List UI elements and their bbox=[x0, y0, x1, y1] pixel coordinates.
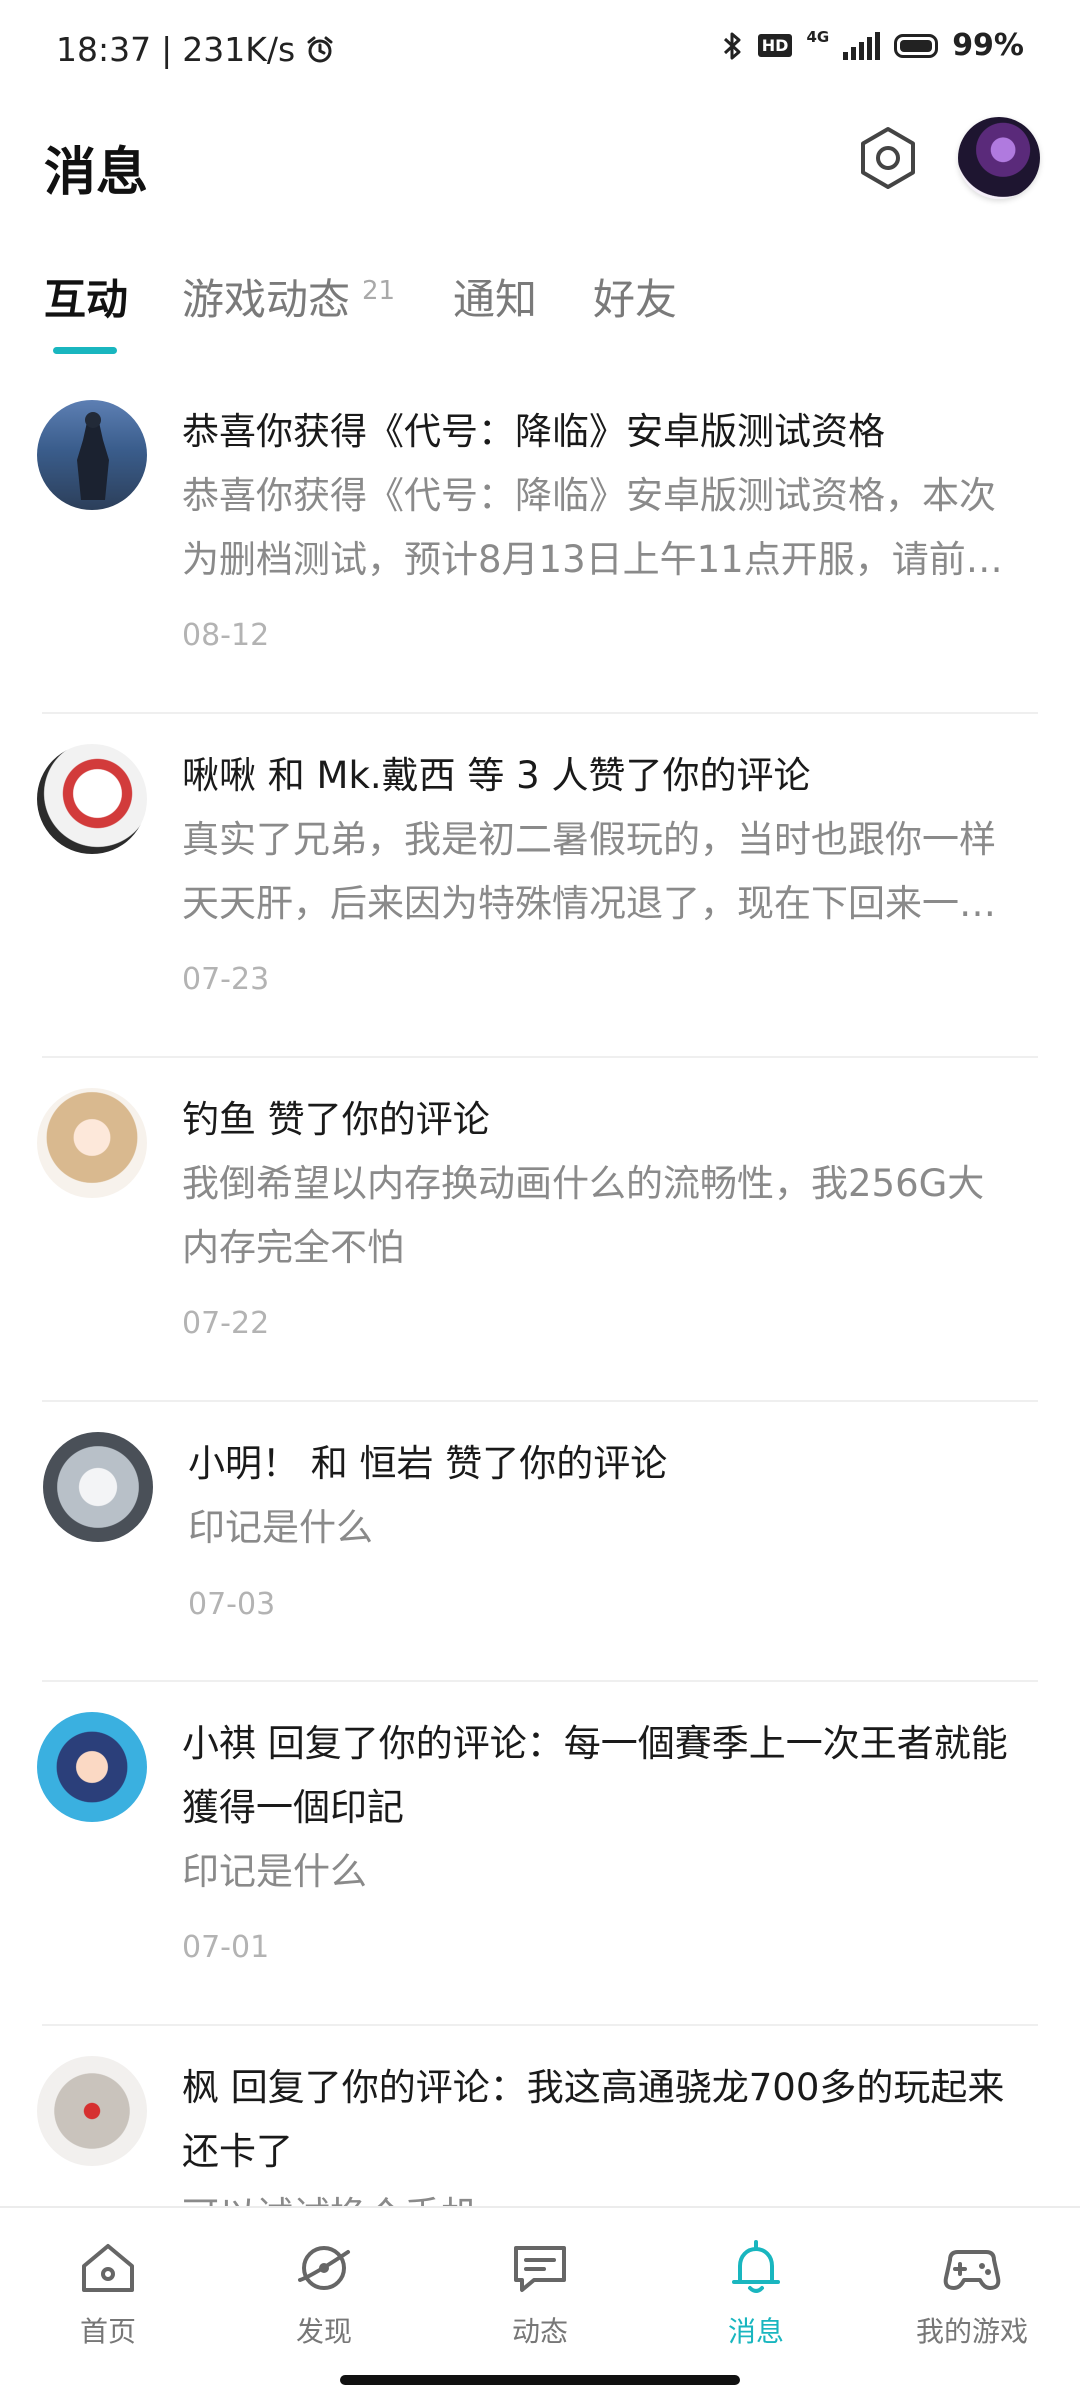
battery-percent: 99% bbox=[952, 28, 1024, 63]
message-date: 07-23 bbox=[182, 962, 270, 997]
message-body: 印记是什么 bbox=[188, 1496, 1018, 1560]
settings-button[interactable] bbox=[852, 122, 924, 194]
page-title: 消息 bbox=[44, 143, 149, 203]
message-title: 恭喜你获得《代号：降临》安卓版测试资格 bbox=[182, 410, 885, 453]
tab-label: 通知 bbox=[453, 275, 538, 324]
nav-label: 动态 bbox=[511, 2315, 568, 2348]
bluetooth-icon bbox=[723, 32, 741, 59]
home-indicator[interactable] bbox=[340, 2375, 740, 2385]
message-date: 07-22 bbox=[182, 1306, 270, 1341]
avatar[interactable] bbox=[37, 744, 147, 854]
hd-icon: HD bbox=[757, 34, 793, 57]
message-item[interactable]: 恭喜你获得《代号：降临》安卓版测试资格 恭喜你获得《代号：降临》安卓版测试资格，… bbox=[0, 370, 1080, 714]
nav-label: 我的游戏 bbox=[915, 2315, 1028, 2348]
alarm-icon bbox=[307, 36, 333, 62]
message-title: 钓鱼 赞了你的评论 bbox=[182, 1098, 490, 1141]
message-item[interactable]: 小明！ 和 恒岩 赞了你的评论 印记是什么 07-03 bbox=[0, 1402, 1080, 1682]
battery-icon bbox=[894, 33, 939, 58]
tab-interaction[interactable]: 互动 bbox=[44, 266, 128, 327]
message-body-line: 真实了兄弟，我是初二暑假玩的，当时也跟你一样 bbox=[182, 818, 996, 861]
nav-home[interactable]: 首页 bbox=[0, 2208, 216, 2362]
message-item[interactable]: 小祺 回复了你的评论：每一個賽季上一次王者就能 獲得一個印記 印记是什么 07-… bbox=[0, 1682, 1080, 2026]
message-body: 印记是什么 bbox=[182, 1840, 1012, 1904]
status-left: 18:37 | 231K/s bbox=[56, 30, 335, 69]
status-separator: | bbox=[161, 30, 173, 69]
tab-label: 游戏动态 bbox=[182, 275, 351, 324]
avatar[interactable] bbox=[37, 1088, 147, 1198]
compass-icon bbox=[298, 2246, 350, 2290]
tab-label: 好友 bbox=[593, 275, 678, 324]
message-item[interactable]: 钓鱼 赞了你的评论 我倒希望以内存换动画什么的流畅性，我256G大 内存完全不怕… bbox=[0, 1058, 1080, 1402]
nav-feed[interactable]: 动态 bbox=[432, 2208, 648, 2362]
nav-my-games[interactable]: 我的游戏 bbox=[864, 2208, 1080, 2362]
tab-friends[interactable]: 好友 bbox=[593, 266, 677, 327]
active-tab-indicator bbox=[53, 347, 117, 354]
header: 消息 bbox=[0, 100, 1080, 220]
tab-notifications[interactable]: 通知 bbox=[453, 266, 537, 327]
status-bar: 18:37 | 231K/s HD 4G 99% bbox=[0, 0, 1080, 100]
message-body-line: 天天肝，后来因为特殊情况退了，现在下回来一… bbox=[182, 882, 996, 925]
settings-hexagon-icon bbox=[861, 127, 915, 189]
signal-icon bbox=[843, 31, 881, 60]
user-avatar[interactable] bbox=[958, 117, 1040, 199]
message-title: 啾啾 和 Mk.戴西 等 3 人赞了你的评论 bbox=[182, 754, 811, 797]
avatar[interactable] bbox=[37, 2056, 147, 2166]
message-body-line: 印记是什么 bbox=[182, 1850, 367, 1893]
avatar[interactable] bbox=[37, 400, 147, 510]
message-title: 枫 回复了你的评论：我这高通骁龙700多的玩起来 还卡了 bbox=[182, 2056, 1042, 2184]
message-body: 真实了兄弟，我是初二暑假玩的，当时也跟你一样 天天肝，后来因为特殊情况退了，现在… bbox=[182, 808, 1012, 936]
tab-label: 互动 bbox=[44, 275, 129, 324]
screen: 18:37 | 231K/s HD 4G 99% 消息 互动 游戏动态 21 通… bbox=[0, 0, 1080, 2400]
home-icon bbox=[82, 2244, 134, 2292]
message-title: 小明！ 和 恒岩 赞了你的评论 bbox=[188, 1442, 668, 1485]
nav-label: 首页 bbox=[79, 2315, 136, 2348]
message-title-line: 还卡了 bbox=[182, 2130, 293, 2173]
status-net-speed: 231K/s bbox=[182, 30, 296, 69]
status-time: 18:37 bbox=[56, 30, 152, 69]
message-body-line: 内存完全不怕 bbox=[182, 1226, 404, 1269]
message-list: 恭喜你获得《代号：降临》安卓版测试资格 恭喜你获得《代号：降临》安卓版测试资格，… bbox=[0, 370, 1080, 2370]
message-body-line: 我倒希望以内存换动画什么的流畅性，我256G大 bbox=[182, 1162, 985, 1205]
message-title-line: 枫 回复了你的评论：我这高通骁龙700多的玩起来 bbox=[182, 2066, 1005, 2109]
tab-bar: 互动 游戏动态 21 通知 好友 bbox=[0, 250, 1080, 360]
message-body-line: 为删档测试，预计8月13日上午11点开服，请前… bbox=[182, 538, 1003, 581]
message-title: 小祺 回复了你的评论：每一個賽季上一次王者就能 獲得一個印記 bbox=[182, 1712, 1042, 1840]
bottom-nav: 首页 发现 动态 消息 我的游戏 bbox=[0, 2206, 1080, 2362]
message-date: 07-03 bbox=[188, 1587, 276, 1622]
bell-icon bbox=[732, 2240, 780, 2293]
nav-discover[interactable]: 发现 bbox=[216, 2208, 432, 2362]
network-type: 4G bbox=[806, 28, 830, 46]
message-body: 我倒希望以内存换动画什么的流畅性，我256G大 内存完全不怕 bbox=[182, 1152, 1012, 1280]
status-right: HD 4G 99% bbox=[722, 28, 1024, 63]
message-date: 08-12 bbox=[182, 618, 270, 653]
message-body: 恭喜你获得《代号：降临》安卓版测试资格，本次 为删档测试，预计8月13日上午11… bbox=[182, 464, 1012, 592]
avatar-figure bbox=[77, 412, 109, 500]
avatar[interactable] bbox=[37, 1712, 147, 1822]
gamepad-icon bbox=[943, 2250, 1001, 2290]
message-date: 07-01 bbox=[182, 1930, 270, 1965]
chat-icon bbox=[514, 2246, 566, 2292]
avatar[interactable] bbox=[43, 1432, 153, 1542]
message-body-line: 印记是什么 bbox=[188, 1506, 373, 1549]
message-body-line: 恭喜你获得《代号：降临》安卓版测试资格，本次 bbox=[182, 474, 996, 517]
message-title-line: 獲得一個印記 bbox=[182, 1786, 404, 1829]
message-title-line: 小祺 回复了你的评论：每一個賽季上一次王者就能 bbox=[182, 1722, 1008, 1765]
tab-game-news[interactable]: 游戏动态 21 bbox=[182, 266, 395, 327]
tab-count-badge: 21 bbox=[362, 276, 396, 306]
message-item[interactable]: 啾啾 和 Mk.戴西 等 3 人赞了你的评论 真实了兄弟，我是初二暑假玩的，当时… bbox=[0, 714, 1080, 1058]
nav-messages[interactable]: 消息 bbox=[648, 2208, 864, 2362]
nav-label: 消息 bbox=[727, 2315, 784, 2348]
nav-label: 发现 bbox=[295, 2315, 352, 2348]
